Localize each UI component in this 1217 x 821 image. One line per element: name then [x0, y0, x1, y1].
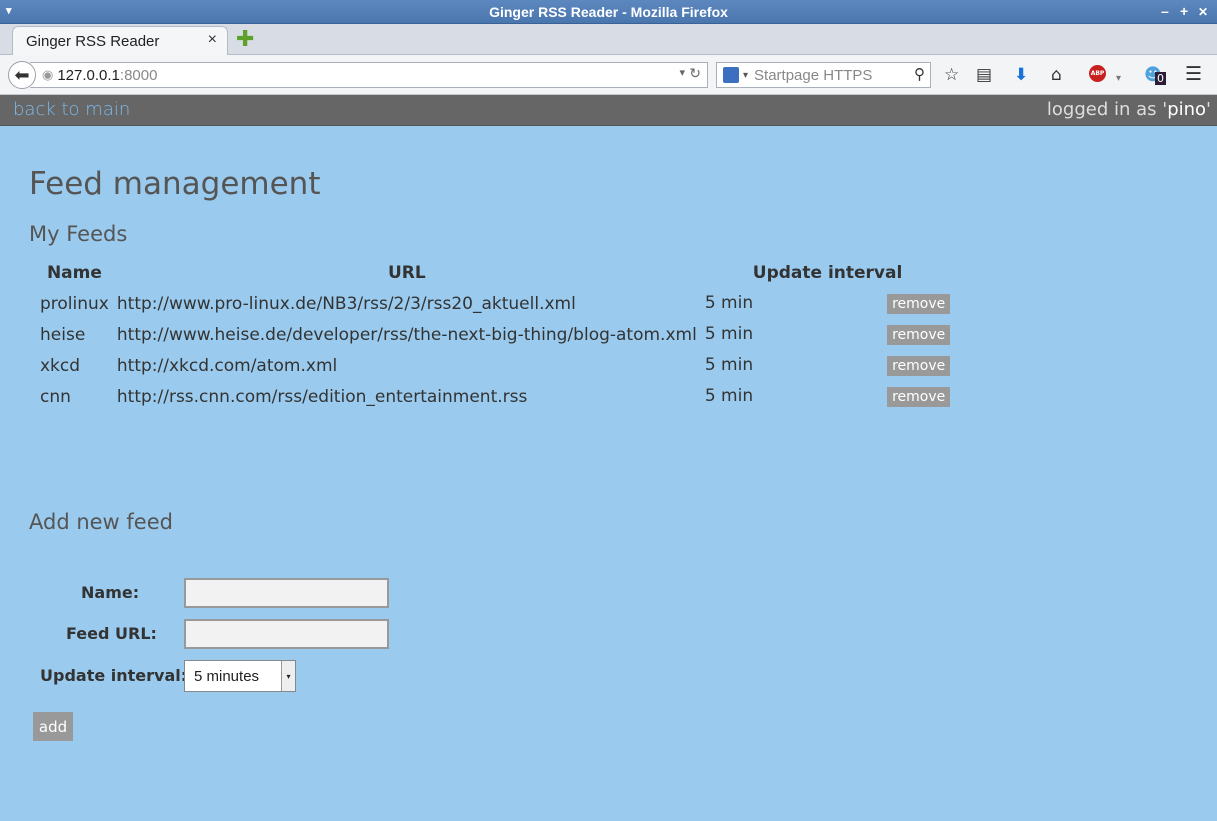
feed-interval: 5 min remove [701, 319, 954, 350]
feed-url: http://xkcd.com/atom.xml [116, 355, 338, 376]
feed-interval: 5 min remove [701, 381, 954, 412]
feed-name: xkcd [40, 355, 81, 376]
back-to-main-link[interactable]: back to main [13, 99, 130, 120]
tab-strip: Ginger RSS Reader × [0, 24, 1217, 55]
feed-interval-value: 5 min [704, 293, 754, 313]
feed-interval-value: 5 min [704, 355, 754, 375]
feed-interval-value: 5 min [704, 386, 754, 406]
tab-label: Ginger RSS Reader [26, 32, 160, 50]
url-port: :8000 [119, 66, 158, 84]
my-feeds-heading: My Feeds [29, 222, 128, 246]
update-interval-label: Update interval: [40, 666, 188, 685]
login-status: logged in as 'pino' [1047, 99, 1211, 120]
minimize-icon[interactable]: – [1161, 3, 1169, 19]
col-name-header: Name [46, 263, 102, 283]
close-window-icon[interactable]: ✕ [1198, 5, 1208, 19]
site-identity-icon[interactable]: ◉ [42, 67, 53, 83]
table-row: heise http://www.heise.de/developer/rss/… [36, 319, 954, 350]
back-button[interactable]: ⬅ [8, 61, 36, 89]
feed-url-field-label: Feed URL: [66, 624, 157, 643]
feed-url: http://www.heise.de/developer/rss/the-ne… [116, 324, 697, 345]
new-tab-icon[interactable]: ✚ [236, 29, 254, 51]
name-input[interactable] [184, 578, 389, 608]
window-menu-icon[interactable]: ▾ [6, 4, 12, 17]
search-bar[interactable]: ▾ Startpage HTTPS ⚲ [716, 62, 931, 88]
login-username: pino [1167, 99, 1207, 120]
navigation-bar: ◉ 127.0.0.1:8000 ▾ ↻ ⬅ ▾ Startpage HTTPS… [0, 55, 1217, 95]
remove-button[interactable]: remove [887, 387, 951, 407]
reading-list-icon[interactable]: ▤ [976, 65, 992, 85]
bookmark-star-icon[interactable]: ☆ [944, 65, 959, 85]
tab-close-icon[interactable]: × [208, 31, 217, 49]
adblock-dropdown-icon[interactable]: ▾ [1116, 69, 1121, 89]
back-arrow-icon: ⬅ [14, 64, 30, 86]
col-url-header: URL [387, 263, 426, 283]
feeds-table-header: Name URL Update interval [36, 258, 954, 288]
search-engine-icon[interactable] [723, 67, 739, 83]
download-icon[interactable]: ⬇ [1014, 65, 1028, 85]
table-row: cnn http://rss.cnn.com/rss/edition_enter… [36, 381, 954, 412]
feed-interval-value: 5 min [704, 324, 754, 344]
tab-ginger-rss-reader[interactable]: Ginger RSS Reader × [12, 26, 228, 55]
adblock-icon[interactable]: ABP [1089, 65, 1106, 82]
home-icon[interactable]: ⌂ [1051, 65, 1062, 85]
adblock-label: ABP [1089, 65, 1106, 82]
col-interval-header: Update interval [752, 263, 903, 283]
url-bar[interactable]: ◉ 127.0.0.1:8000 ▾ ↻ [30, 62, 708, 88]
app-topbar: back to main logged in as 'pino' [0, 95, 1217, 126]
add-feed-heading: Add new feed [29, 510, 173, 534]
feed-name: heise [40, 324, 86, 345]
update-interval-selected: 5 minutes [194, 667, 260, 685]
feed-url: http://rss.cnn.com/rss/edition_entertain… [116, 386, 528, 407]
name-field-label: Name: [81, 583, 140, 602]
reload-icon[interactable]: ↻ [689, 65, 701, 82]
feed-url: http://www.pro-linux.de/NB3/rss/2/3/rss2… [116, 293, 576, 314]
chevron-down-icon[interactable]: ▾ [281, 661, 295, 691]
feeds-table: Name URL Update interval prolinux http:/… [36, 258, 954, 412]
url-history-dropdown-icon[interactable]: ▾ [679, 66, 685, 79]
login-suffix: ' [1206, 99, 1211, 120]
feed-name: cnn [40, 386, 71, 407]
page-title: Feed management [29, 166, 321, 202]
maximize-icon[interactable]: + [1180, 3, 1188, 19]
table-row: xkcd http://xkcd.com/atom.xml 5 min remov… [36, 350, 954, 381]
window-title: Ginger RSS Reader - Mozilla Firefox [489, 3, 728, 20]
search-placeholder: Startpage HTTPS [754, 66, 873, 84]
remove-button[interactable]: remove [887, 325, 951, 345]
window-titlebar: ▾ Ginger RSS Reader - Mozilla Firefox – … [0, 0, 1217, 24]
remove-button[interactable]: remove [887, 294, 951, 314]
feed-name: prolinux [40, 293, 109, 314]
url-host: 127.0.0.1 [57, 66, 120, 84]
update-interval-select[interactable]: 5 minutes ▾ [184, 660, 296, 692]
menu-icon[interactable]: ☰ [1185, 64, 1202, 84]
feed-url-input[interactable] [184, 619, 389, 649]
remove-button[interactable]: remove [887, 356, 951, 376]
login-prefix: logged in as ' [1046, 99, 1168, 120]
feed-interval: 5 min remove [701, 288, 954, 319]
table-row: prolinux http://www.pro-linux.de/NB3/rss… [36, 288, 954, 319]
search-icon[interactable]: ⚲ [914, 65, 925, 83]
feed-interval: 5 min remove [701, 350, 954, 381]
search-engine-dropdown-icon[interactable]: ▾ [743, 70, 748, 81]
ghostery-count-badge: 0 [1155, 72, 1166, 85]
page-content: back to main logged in as 'pino' Feed ma… [0, 95, 1217, 821]
add-button[interactable]: add [33, 712, 73, 741]
